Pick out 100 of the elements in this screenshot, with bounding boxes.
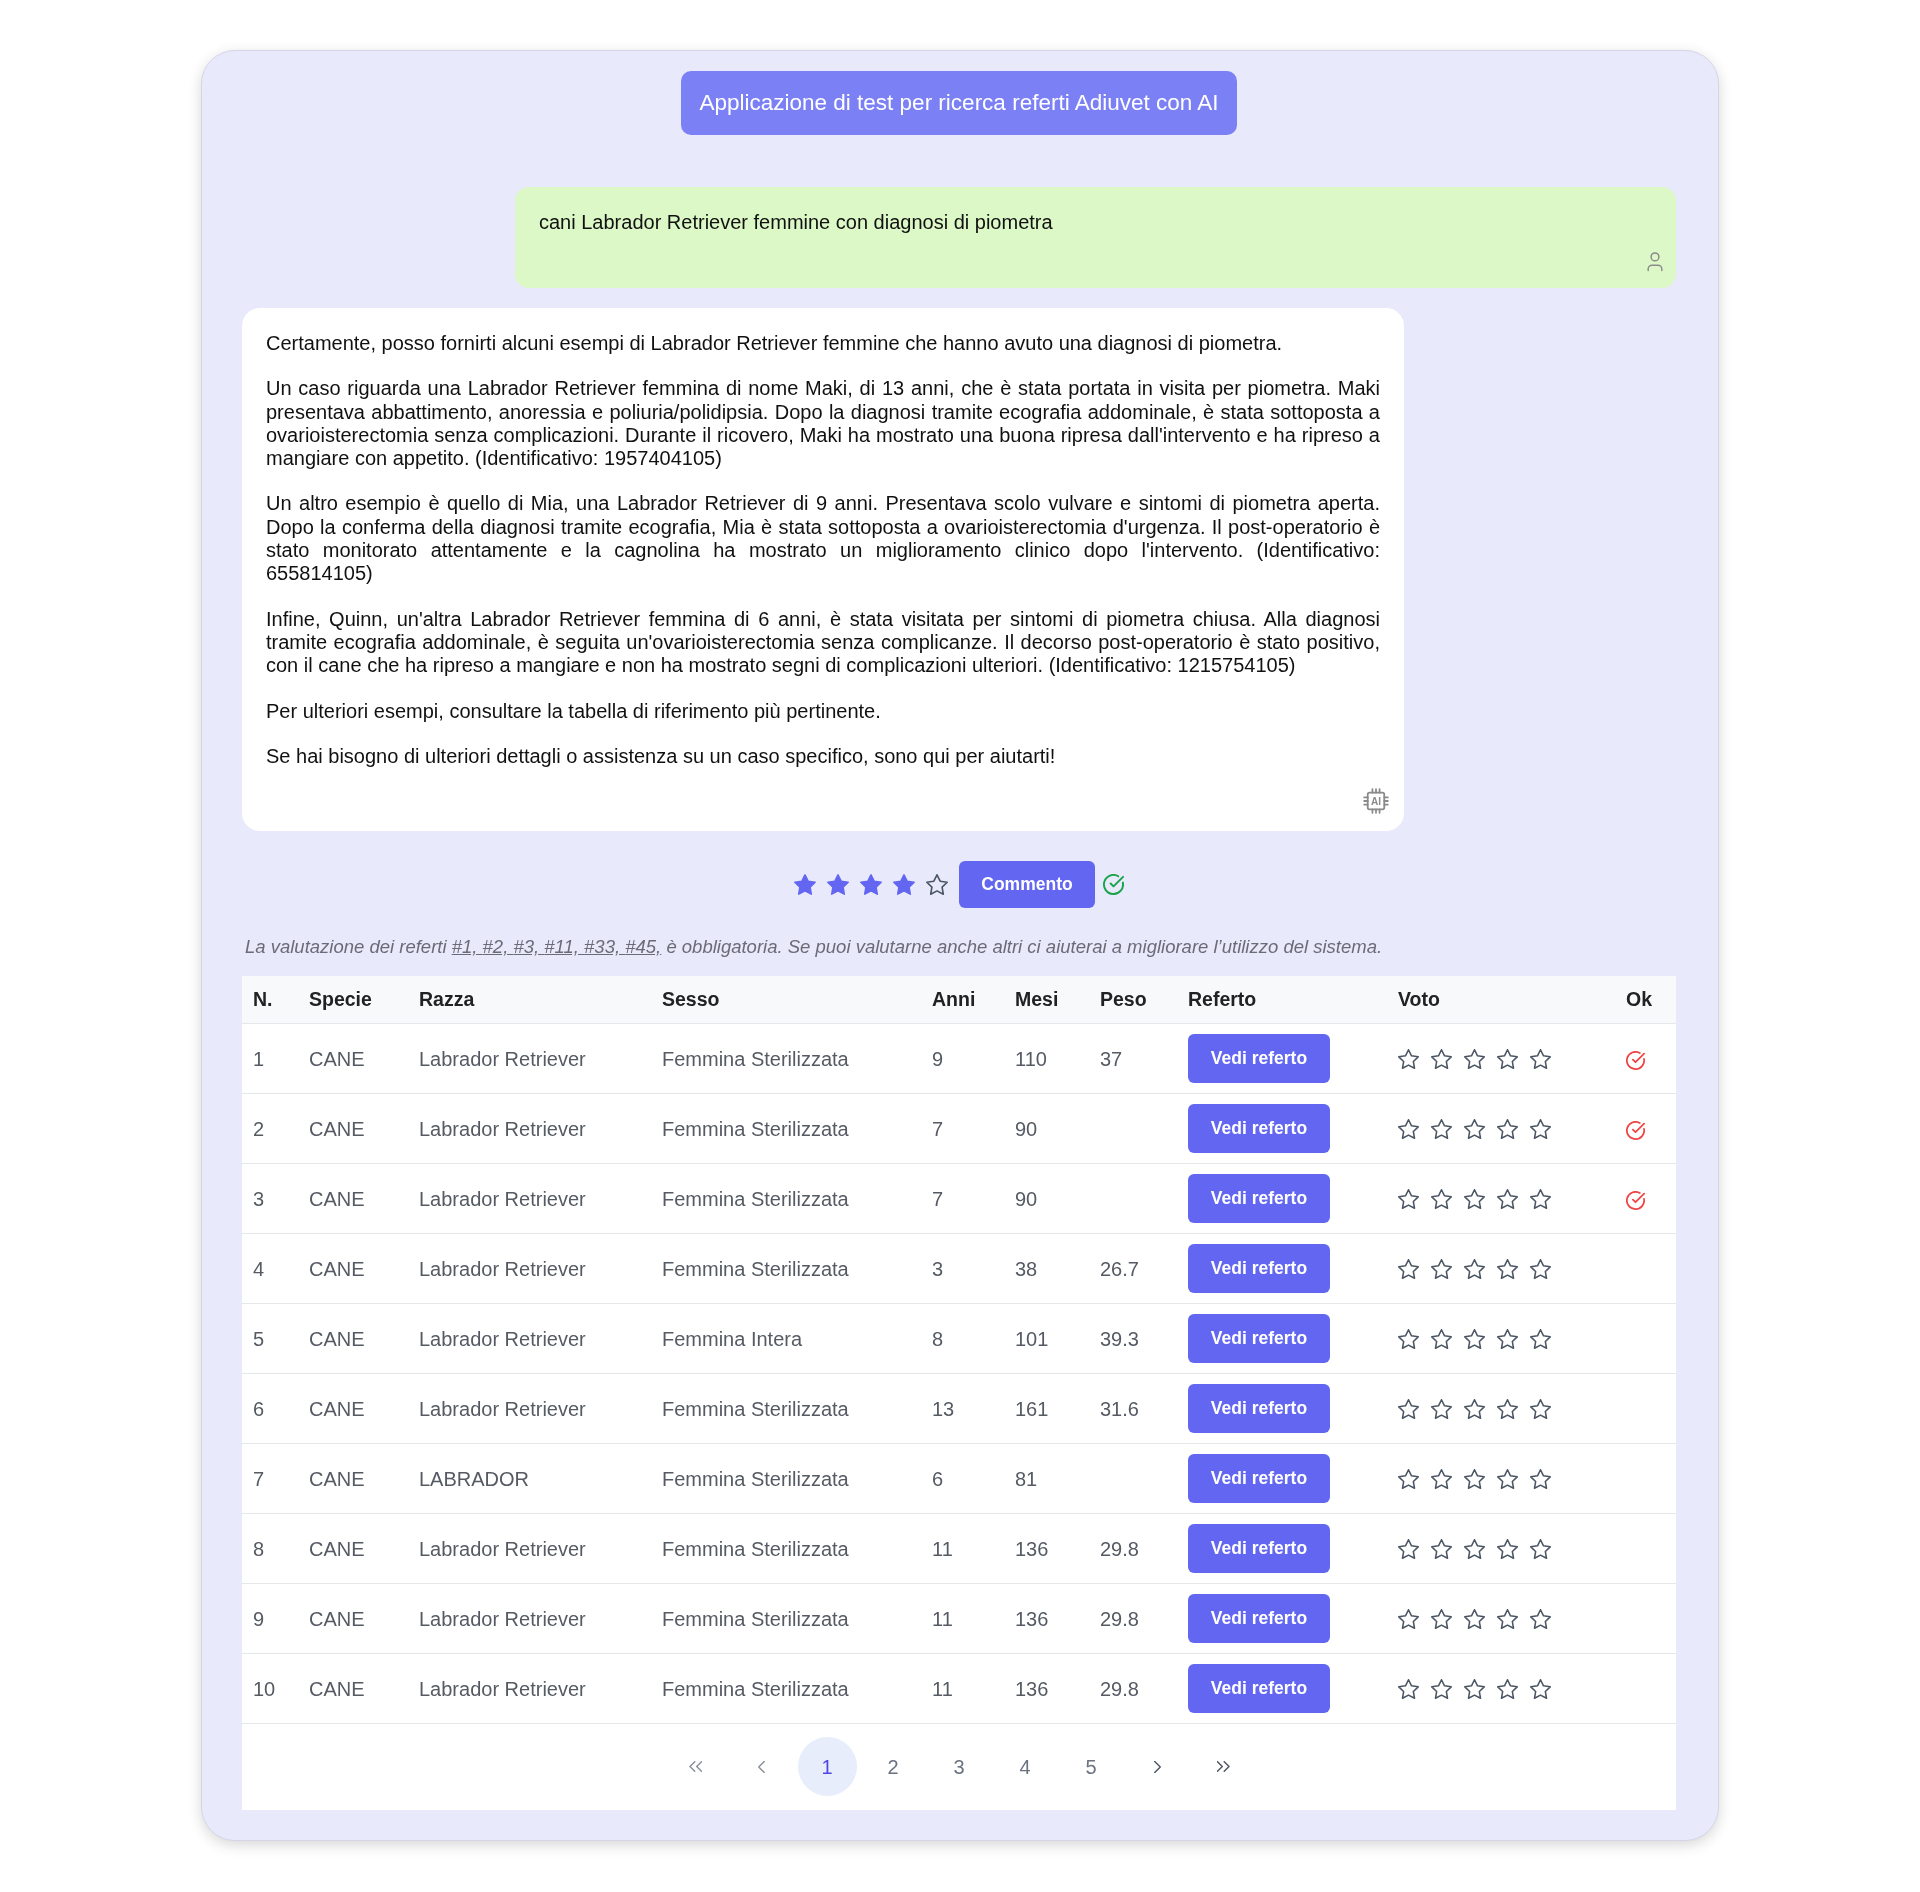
star-icon[interactable] (1530, 1258, 1551, 1279)
chevron-right-icon (1153, 1760, 1161, 1773)
star-icon[interactable] (1464, 1608, 1485, 1629)
star-icon[interactable] (1530, 1398, 1551, 1419)
view-report-button[interactable]: Vedi referto (1188, 1034, 1330, 1084)
star-icon[interactable] (1464, 1188, 1485, 1209)
report-link[interactable]: #45, (625, 936, 662, 958)
star-icon[interactable] (1497, 1118, 1518, 1139)
star-icon[interactable] (1464, 1538, 1485, 1559)
star-icon[interactable] (1398, 1258, 1419, 1279)
star-icon[interactable] (1398, 1048, 1419, 1069)
star-icon[interactable] (1530, 1118, 1551, 1139)
comment-button[interactable]: Commento (959, 861, 1095, 909)
star-icon[interactable] (1431, 1328, 1452, 1349)
star-icon[interactable] (1398, 1678, 1419, 1699)
star-icon[interactable] (1398, 1118, 1419, 1139)
star-icon[interactable] (1464, 1678, 1485, 1699)
star-icon[interactable] (1464, 1328, 1485, 1349)
report-link[interactable]: #33, (584, 936, 626, 958)
star-icon[interactable] (1530, 1468, 1551, 1489)
star-icon[interactable] (1497, 1258, 1518, 1279)
table-cell: CANE (298, 1023, 408, 1094)
star-icon[interactable] (1431, 1608, 1452, 1629)
star-icon[interactable] (1431, 1678, 1452, 1699)
view-report-button[interactable]: Vedi referto (1188, 1454, 1330, 1504)
star-icon[interactable] (1431, 1538, 1452, 1559)
star-icon[interactable] (1464, 1118, 1485, 1139)
star-icon[interactable] (1431, 1258, 1452, 1279)
table-cell: Labrador Retriever (408, 1233, 651, 1304)
view-report-button[interactable]: Vedi referto (1188, 1664, 1330, 1714)
view-report-button[interactable]: Vedi referto (1188, 1384, 1330, 1434)
star-icon[interactable] (1530, 1048, 1551, 1069)
table-cell: LABRADOR (408, 1443, 651, 1514)
view-report-button[interactable]: Vedi referto (1188, 1104, 1330, 1154)
star-icon[interactable] (1431, 1468, 1452, 1489)
star-icon[interactable] (1464, 1398, 1485, 1419)
star-icon[interactable] (1398, 1328, 1419, 1349)
star-icon[interactable] (1497, 1328, 1518, 1349)
star-icon[interactable] (1497, 1678, 1518, 1699)
double-chevron-left-icon (688, 1761, 702, 1773)
table-cell: CANE (298, 1303, 408, 1374)
table-cell: Femmina Sterilizzata (651, 1583, 921, 1654)
message-paragraph: Per ulteriori esempi, consultare la tabella di riferimento più pertinente. (266, 699, 882, 723)
star-icon[interactable] (1464, 1258, 1485, 1279)
report-link[interactable]: #11, (544, 936, 585, 958)
star-icon[interactable] (1464, 1468, 1485, 1489)
column-header: Voto (1387, 976, 1615, 1024)
table-cell: Labrador Retriever (408, 1093, 651, 1164)
page-button[interactable]: 3 (929, 1737, 989, 1797)
star-icon[interactable] (1398, 1398, 1419, 1419)
star-icon (827, 874, 850, 896)
report-link[interactable]: #2, (482, 936, 514, 958)
table-cell: Labrador Retriever (408, 1373, 651, 1444)
star-icon[interactable] (1431, 1048, 1452, 1069)
report-link[interactable]: #3, (513, 936, 545, 958)
star-icon[interactable] (1530, 1678, 1551, 1699)
table-cell: 9 (921, 1023, 1004, 1094)
star-icon[interactable] (1497, 1188, 1518, 1209)
star-icon[interactable] (1398, 1468, 1419, 1489)
star-icon[interactable] (1431, 1188, 1452, 1209)
star-icon[interactable] (1530, 1188, 1551, 1209)
table-cell: 136 (1004, 1583, 1089, 1654)
table-cell: 7 (921, 1163, 1004, 1234)
column-header: Razza (408, 976, 651, 1024)
view-report-button[interactable]: Vedi referto (1188, 1524, 1330, 1574)
page-button[interactable]: 5 (1061, 1737, 1121, 1797)
star-icon[interactable] (1497, 1468, 1518, 1489)
star-icon[interactable] (1497, 1398, 1518, 1419)
message-paragraph: Infine, Quinn, un'altra Labrador Retriever femmina di 6 anni, è stata visitata per sintomi di piometra chiusa. Alla diagnosi tramite ecografia addominale, è seguita un'ovarioisterectomia senza complicanze. Il decorso post-operatorio è stato positivo, con il cane che ha ripreso a mangiare e non ha mostrato segni di complicazioni ulteriori. (Identificativo: 1215754105) (266, 607, 1380, 678)
table-cell: CANE (298, 1653, 408, 1724)
table-cell: 13 (921, 1373, 1004, 1444)
star-icon[interactable] (1497, 1048, 1518, 1069)
star-icon[interactable] (1530, 1608, 1551, 1629)
star-icon[interactable] (1464, 1048, 1485, 1069)
table-cell: Femmina Sterilizzata (651, 1023, 921, 1094)
message-paragraph: Certamente, posso fornirti alcuni esempi di Labrador Retriever femmine che hanno avuto una diagnosi di piometra. (266, 332, 1284, 356)
star-icon[interactable] (1530, 1328, 1551, 1349)
page-button[interactable]: 2 (863, 1737, 923, 1797)
view-report-button[interactable]: Vedi referto (1188, 1174, 1330, 1224)
star-icon[interactable] (1530, 1538, 1551, 1559)
table-cell: 8 (921, 1303, 1004, 1374)
star-icon[interactable] (1497, 1538, 1518, 1559)
star-icon[interactable] (1398, 1538, 1419, 1559)
star-icon[interactable] (1431, 1398, 1452, 1419)
view-report-button[interactable]: Vedi referto (1188, 1314, 1330, 1364)
report-link[interactable]: #1, (451, 936, 483, 958)
star-icon[interactable] (1398, 1188, 1419, 1209)
star-icon[interactable] (1398, 1608, 1419, 1629)
star-icon[interactable] (1497, 1608, 1518, 1629)
star-icon[interactable] (1431, 1118, 1452, 1139)
page-button[interactable]: 1 (797, 1737, 857, 1797)
page-button[interactable]: 4 (995, 1737, 1055, 1797)
table-cell: 9 (242, 1583, 298, 1654)
view-report-button[interactable]: Vedi referto (1188, 1244, 1330, 1294)
table-cell: Femmina Sterilizzata (651, 1093, 921, 1164)
table-cell: 8 (242, 1513, 298, 1584)
view-report-button[interactable]: Vedi referto (1188, 1594, 1330, 1644)
star-icon (860, 874, 883, 896)
table-cell: 101 (1004, 1303, 1089, 1374)
table-cell: Labrador Retriever (408, 1163, 651, 1234)
